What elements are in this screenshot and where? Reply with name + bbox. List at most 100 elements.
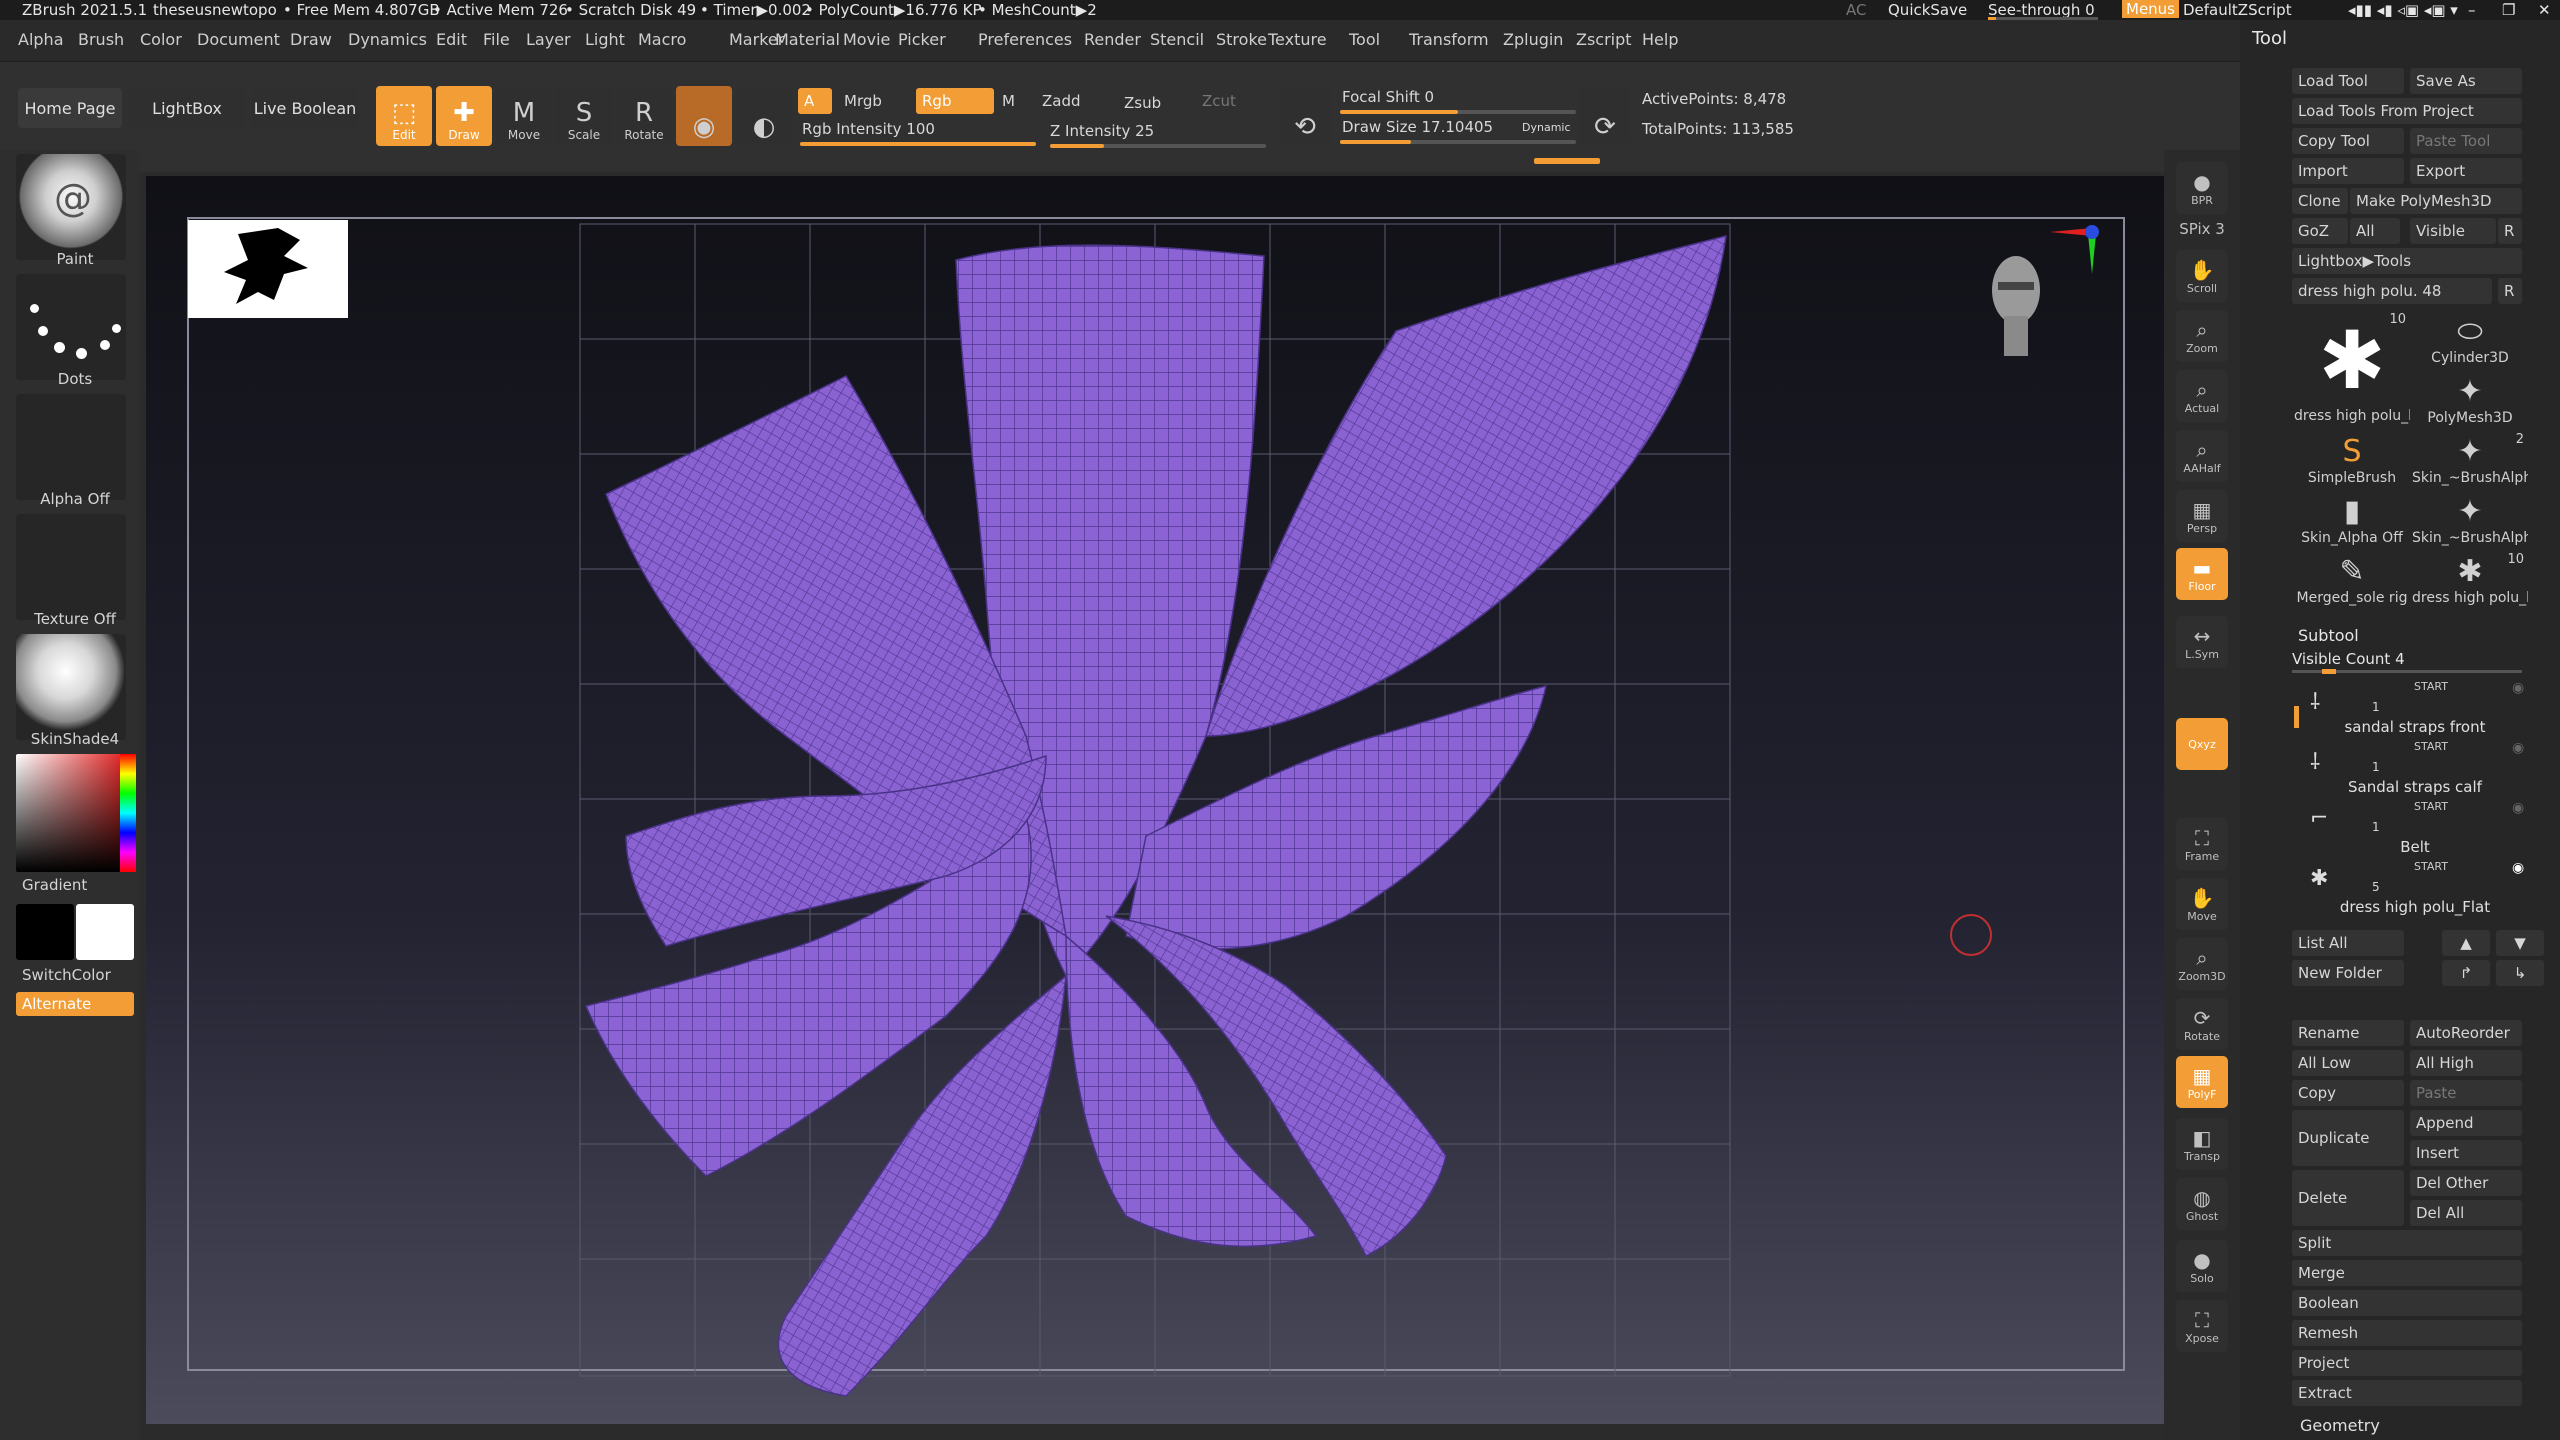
save-as-button[interactable]: Save As (2410, 68, 2522, 94)
current-tool-slider[interactable]: dress high polu. 48 (2292, 278, 2492, 304)
menu-stencil[interactable]: Stencil (1150, 30, 1204, 49)
tool-thumb[interactable]: ✦ Skin_~BrushAlph (2412, 492, 2528, 548)
lightbox-button[interactable]: LightBox (128, 88, 246, 128)
secondary-color-swatch[interactable] (76, 904, 134, 960)
move-button[interactable]: M Move (496, 86, 552, 146)
copy-tool-button[interactable]: Copy Tool (2292, 128, 2404, 154)
tool-thumb[interactable]: ✦ Skin_~BrushAlph 2 (2412, 432, 2528, 488)
draw-size-slider[interactable] (1340, 140, 1576, 144)
menu-edit[interactable]: Edit (436, 30, 467, 49)
load-tools-from-project-button[interactable]: Load Tools From Project (2292, 98, 2522, 124)
insert-button[interactable]: Insert (2410, 1140, 2522, 1166)
extract-button[interactable]: Extract (2292, 1380, 2522, 1406)
menu-tool[interactable]: Tool (1349, 30, 1380, 49)
delete-button[interactable]: Delete (2292, 1170, 2404, 1226)
goz-r-button[interactable]: R (2498, 218, 2522, 244)
current-tool-r-button[interactable]: R (2498, 278, 2522, 304)
scale-button[interactable]: S Scale (556, 86, 612, 146)
goz-all-button[interactable]: All (2350, 218, 2400, 244)
menu-layer[interactable]: Layer (526, 30, 571, 49)
project-button[interactable]: Project (2292, 1350, 2522, 1376)
paste-button[interactable]: Paste (2410, 1080, 2522, 1106)
menu-transform[interactable]: Transform (1409, 30, 1489, 49)
menu-document[interactable]: Document (197, 30, 280, 49)
actual-button[interactable]: ⌕ Actual (2176, 370, 2228, 422)
menu-macro[interactable]: Macro (638, 30, 686, 49)
tool-thumb[interactable]: S SimpleBrush (2294, 432, 2410, 488)
a-toggle[interactable]: A (798, 88, 832, 114)
bpr-button[interactable]: ● BPR (2176, 162, 2228, 214)
del-all-button[interactable]: Del All (2410, 1200, 2522, 1226)
menu-help[interactable]: Help (1642, 30, 1678, 49)
duplicate-button[interactable]: Duplicate (2292, 1110, 2404, 1166)
paste-tool-button[interactable]: Paste Tool (2410, 128, 2522, 154)
brush-thumbnail[interactable]: @ (16, 154, 126, 260)
draw-button[interactable]: ✚ Draw (436, 86, 492, 146)
z-intensity-label[interactable]: Z Intensity 25 (1044, 118, 1264, 144)
z-intensity-slider[interactable] (1050, 144, 1266, 148)
copy-button[interactable]: Copy (2292, 1080, 2404, 1106)
canvas-viewport[interactable] (146, 176, 2166, 1424)
rgb-intensity-label[interactable]: Rgb Intensity 100 (796, 116, 1036, 142)
tool-thumb[interactable]: ✦ PolyMesh3D (2412, 372, 2528, 428)
import-button[interactable]: Import (2292, 158, 2404, 184)
solo-button[interactable]: ● Solo (2176, 1240, 2228, 1292)
stroke-s-button[interactable]: ⟲ (1280, 86, 1330, 146)
polyf-button[interactable]: ▦ PolyF (2176, 1056, 2228, 1108)
eye-icon[interactable]: ◉ (2512, 860, 2524, 876)
persp-button[interactable]: ▦ Persp (2176, 490, 2228, 542)
lsym-button[interactable]: ↔ L.Sym (2176, 616, 2228, 668)
mrgb-toggle[interactable]: Mrgb (838, 88, 914, 114)
aahalf-button[interactable]: ⌕ AAHalf (2176, 430, 2228, 482)
default-zscript[interactable]: DefaultZScript (2183, 1, 2292, 19)
ghost-button[interactable]: ◍ Ghost (2176, 1178, 2228, 1230)
axis-gizmo-icon[interactable] (2046, 218, 2106, 278)
transp-button[interactable]: ◧ Transp (2176, 1118, 2228, 1170)
alternate-button[interactable]: Alternate (16, 992, 134, 1016)
subtool-header[interactable]: Subtool (2298, 626, 2359, 645)
rgb-intensity-slider[interactable] (800, 142, 1036, 146)
tool-thumb[interactable]: ✱ dress high polu_l 10 (2294, 312, 2410, 430)
frame-button[interactable]: ⛶ Frame (2176, 818, 2228, 870)
focal-shift-label[interactable]: Focal Shift 0 (1336, 84, 1576, 110)
menu-dynamics[interactable]: Dynamics (348, 30, 427, 49)
menu-material[interactable]: Material (775, 30, 840, 49)
navigation-head-icon[interactable] (1986, 252, 2046, 362)
remesh-button[interactable]: Remesh (2292, 1320, 2522, 1346)
subtool-scroll-marker[interactable] (2294, 706, 2299, 728)
restore-icon[interactable]: ❐ (2502, 1, 2515, 19)
menu-brush[interactable]: Brush (78, 30, 124, 49)
mesh-canvas[interactable] (146, 176, 2166, 1424)
subtool-arrow-icon[interactable]: ↱ (2442, 960, 2490, 986)
menu-stroke[interactable]: Stroke (1216, 30, 1267, 49)
eye-icon[interactable]: ◉ (2512, 800, 2524, 816)
eye-icon[interactable]: ◉ (2512, 740, 2524, 756)
rgb-toggle[interactable]: Rgb (916, 88, 994, 114)
subtool-row[interactable]: ⌐ START 1 ◉ Belt (2300, 800, 2530, 858)
menu-alpha[interactable]: Alpha (18, 30, 64, 49)
subtool-arrow-icon[interactable]: ▲ (2442, 930, 2490, 956)
tool-thumb[interactable]: ✱ dress high polu_l 10 (2412, 552, 2528, 608)
zadd-toggle[interactable]: Zadd (1036, 88, 1116, 114)
boolean-button[interactable]: Boolean (2292, 1290, 2522, 1316)
export-button[interactable]: Export (2410, 158, 2522, 184)
list-all-button[interactable]: List All (2292, 930, 2404, 956)
zoom-button[interactable]: ⌕ Zoom (2176, 310, 2228, 362)
xpose-button[interactable]: ⛶ Xpose (2176, 1300, 2228, 1352)
edit-button[interactable]: ⬚ Edit (376, 86, 432, 146)
rename-button[interactable]: Rename (2292, 1020, 2404, 1046)
live-boolean-button[interactable]: Live Boolean (252, 88, 358, 128)
menu-texture[interactable]: Texture (1268, 30, 1327, 49)
visible-count[interactable]: Visible Count 4 (2292, 650, 2405, 668)
close-icon[interactable]: ✕ (2538, 1, 2551, 19)
geometry-header[interactable]: Geometry (2300, 1416, 2380, 1435)
zsub-toggle[interactable]: Zsub (1118, 90, 1198, 116)
material-thumbnail[interactable] (16, 634, 126, 740)
home-page-button[interactable]: Home Page (18, 88, 122, 128)
zcut-toggle[interactable]: Zcut (1196, 88, 1256, 114)
subtool-arrow-icon[interactable]: ▼ (2496, 930, 2544, 956)
floor-button[interactable]: ▬ Floor (2176, 548, 2228, 600)
zoom3d-button[interactable]: ⌕ Zoom3D (2176, 938, 2228, 990)
subtool-row[interactable]: ⸸ START 1 ◉ sandal straps front (2300, 680, 2530, 738)
rotate-button[interactable]: ⟳ Rotate (2176, 998, 2228, 1050)
